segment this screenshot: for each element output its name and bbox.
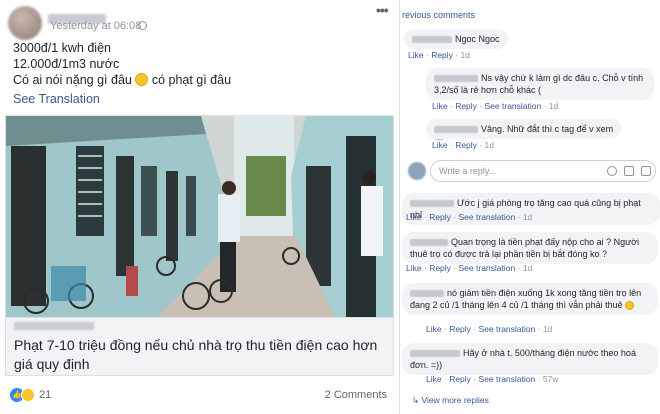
- comment-bubble: nó giảm tiền điện xuống 1k xong tăng tiề…: [402, 283, 658, 315]
- reply-link[interactable]: Reply: [455, 140, 477, 150]
- comment-text: Vâng. Nhữ đắt thì c tag để v xem: [481, 124, 614, 134]
- reply-link[interactable]: Reply: [431, 50, 453, 60]
- reply-link[interactable]: Reply: [455, 101, 477, 111]
- comment-text: Ngoc Ngoc: [455, 34, 500, 44]
- comment-bubble: Ngoc Ngoc: [404, 29, 508, 49]
- smile-emoji-icon: [135, 73, 149, 86]
- comment-actions: Like · Reply · See translation · 1d: [426, 324, 553, 334]
- see-translation-link[interactable]: See Translation: [13, 92, 100, 106]
- article-headline[interactable]: Phạt 7-10 triệu đồng nếu chủ nhà trọ thu…: [14, 336, 384, 374]
- see-translation-link[interactable]: See translation: [479, 374, 536, 384]
- previous-comments-link[interactable]: revious comments: [402, 10, 475, 20]
- comments-count-link[interactable]: 2 Comments: [325, 389, 387, 401]
- view-more-replies-link[interactable]: ↳ View more replies: [412, 395, 489, 406]
- comment-bubble: Quan trọng là tiền phạt đấy nộp cho ai ?…: [402, 232, 658, 264]
- smile-emoji-icon: [625, 301, 635, 310]
- commenter-name-blurred[interactable]: [410, 290, 444, 297]
- source-domain-blurred: [14, 322, 94, 330]
- post-text-line: 12.000đ/1m3 nước: [13, 57, 120, 71]
- globe-icon: [138, 21, 147, 30]
- haha-reaction-icon: [21, 388, 35, 402]
- comment-time[interactable]: 1d: [523, 212, 532, 222]
- post-text-line: Có ai nói nặng gì đâu có phạt gì đâu: [13, 73, 231, 87]
- link-preview-caption[interactable]: Phạt 7-10 triệu đồng nếu chủ nhà trọ thu…: [5, 318, 394, 376]
- sticker-icon[interactable]: [641, 166, 651, 176]
- comment-actions: Like · Reply · See translation · 57w: [426, 374, 559, 384]
- commenter-name-blurred[interactable]: [412, 36, 452, 43]
- comment-bubble: Ns vậy chứ k làm gì dc đâu c. Chỗ v tính…: [426, 68, 654, 100]
- comment-bubble: Hãy ở nhà t. 500/tháng điện nước theo ho…: [402, 343, 658, 375]
- like-link[interactable]: Like: [406, 212, 422, 222]
- comment-time[interactable]: 1d: [543, 324, 552, 334]
- comment-time[interactable]: 1d: [549, 101, 558, 111]
- comment-actions: Like · Reply · 1d: [432, 140, 494, 150]
- see-translation-link[interactable]: See translation: [459, 212, 516, 222]
- post-text-part: Có ai nói nặng gì đâu: [13, 73, 132, 87]
- post-card: Yesterday at 06:08 · ••• 3000đ/1 kwh điệ…: [0, 0, 400, 414]
- like-link[interactable]: Like: [408, 50, 424, 60]
- avatar[interactable]: [8, 6, 42, 40]
- commenter-name-blurred[interactable]: [434, 75, 478, 82]
- comment-actions: Like · Reply · See translation · 1d: [406, 212, 533, 222]
- avatar[interactable]: [408, 162, 426, 180]
- see-translation-link[interactable]: See translation: [485, 101, 542, 111]
- like-link[interactable]: Like: [426, 374, 442, 384]
- emoji-icon[interactable]: [607, 166, 617, 176]
- like-link[interactable]: Like: [432, 140, 448, 150]
- like-link[interactable]: Like: [426, 324, 442, 334]
- reply-placeholder: Write a reply...: [439, 166, 497, 176]
- comment-actions: Like · Reply · 1d: [408, 50, 470, 60]
- comment-time[interactable]: 1d: [523, 263, 532, 273]
- comment-bubble: Vâng. Nhữ đắt thì c tag để v xem: [426, 119, 622, 139]
- commenter-name-blurred[interactable]: [410, 200, 454, 207]
- comment-actions: Like · Reply · See translation · 1d: [432, 101, 559, 111]
- reply-link[interactable]: Reply: [429, 212, 451, 222]
- camera-icon[interactable]: [624, 166, 634, 176]
- see-translation-link[interactable]: See translation: [459, 263, 516, 273]
- view-more-label: View more replies: [421, 395, 489, 405]
- reply-link[interactable]: Reply: [449, 374, 471, 384]
- reply-input[interactable]: Write a reply...: [430, 160, 656, 182]
- comment-time[interactable]: 1d: [461, 50, 470, 60]
- post-timestamp[interactable]: Yesterday at 06:08 ·: [50, 20, 148, 32]
- reply-link[interactable]: Reply: [429, 263, 451, 273]
- see-translation-link[interactable]: See translation: [479, 324, 536, 334]
- boarding-house-photo: [6, 116, 393, 317]
- link-preview-image[interactable]: [5, 115, 394, 318]
- reply-link[interactable]: Reply: [449, 324, 471, 334]
- like-link[interactable]: Like: [432, 101, 448, 111]
- more-options-icon[interactable]: •••: [376, 2, 389, 18]
- reaction-count: 21: [39, 389, 52, 401]
- reactions-summary[interactable]: 👍 21: [10, 388, 51, 402]
- commenter-name-blurred[interactable]: [434, 126, 478, 133]
- commenter-name-blurred[interactable]: [410, 239, 448, 246]
- comment-time[interactable]: 1d: [485, 140, 494, 150]
- post-text-line: 3000đ/1 kwh điện: [13, 41, 111, 55]
- like-link[interactable]: Like: [406, 263, 422, 273]
- comment-time[interactable]: 57w: [543, 374, 559, 384]
- commenter-name-blurred[interactable]: [410, 350, 460, 357]
- comment-text: nó giảm tiền điện xuống 1k xong tăng tiề…: [410, 288, 642, 310]
- post-text-part: có phạt gì đâu: [151, 73, 232, 87]
- comment-actions: Like · Reply · See translation · 1d: [406, 263, 533, 273]
